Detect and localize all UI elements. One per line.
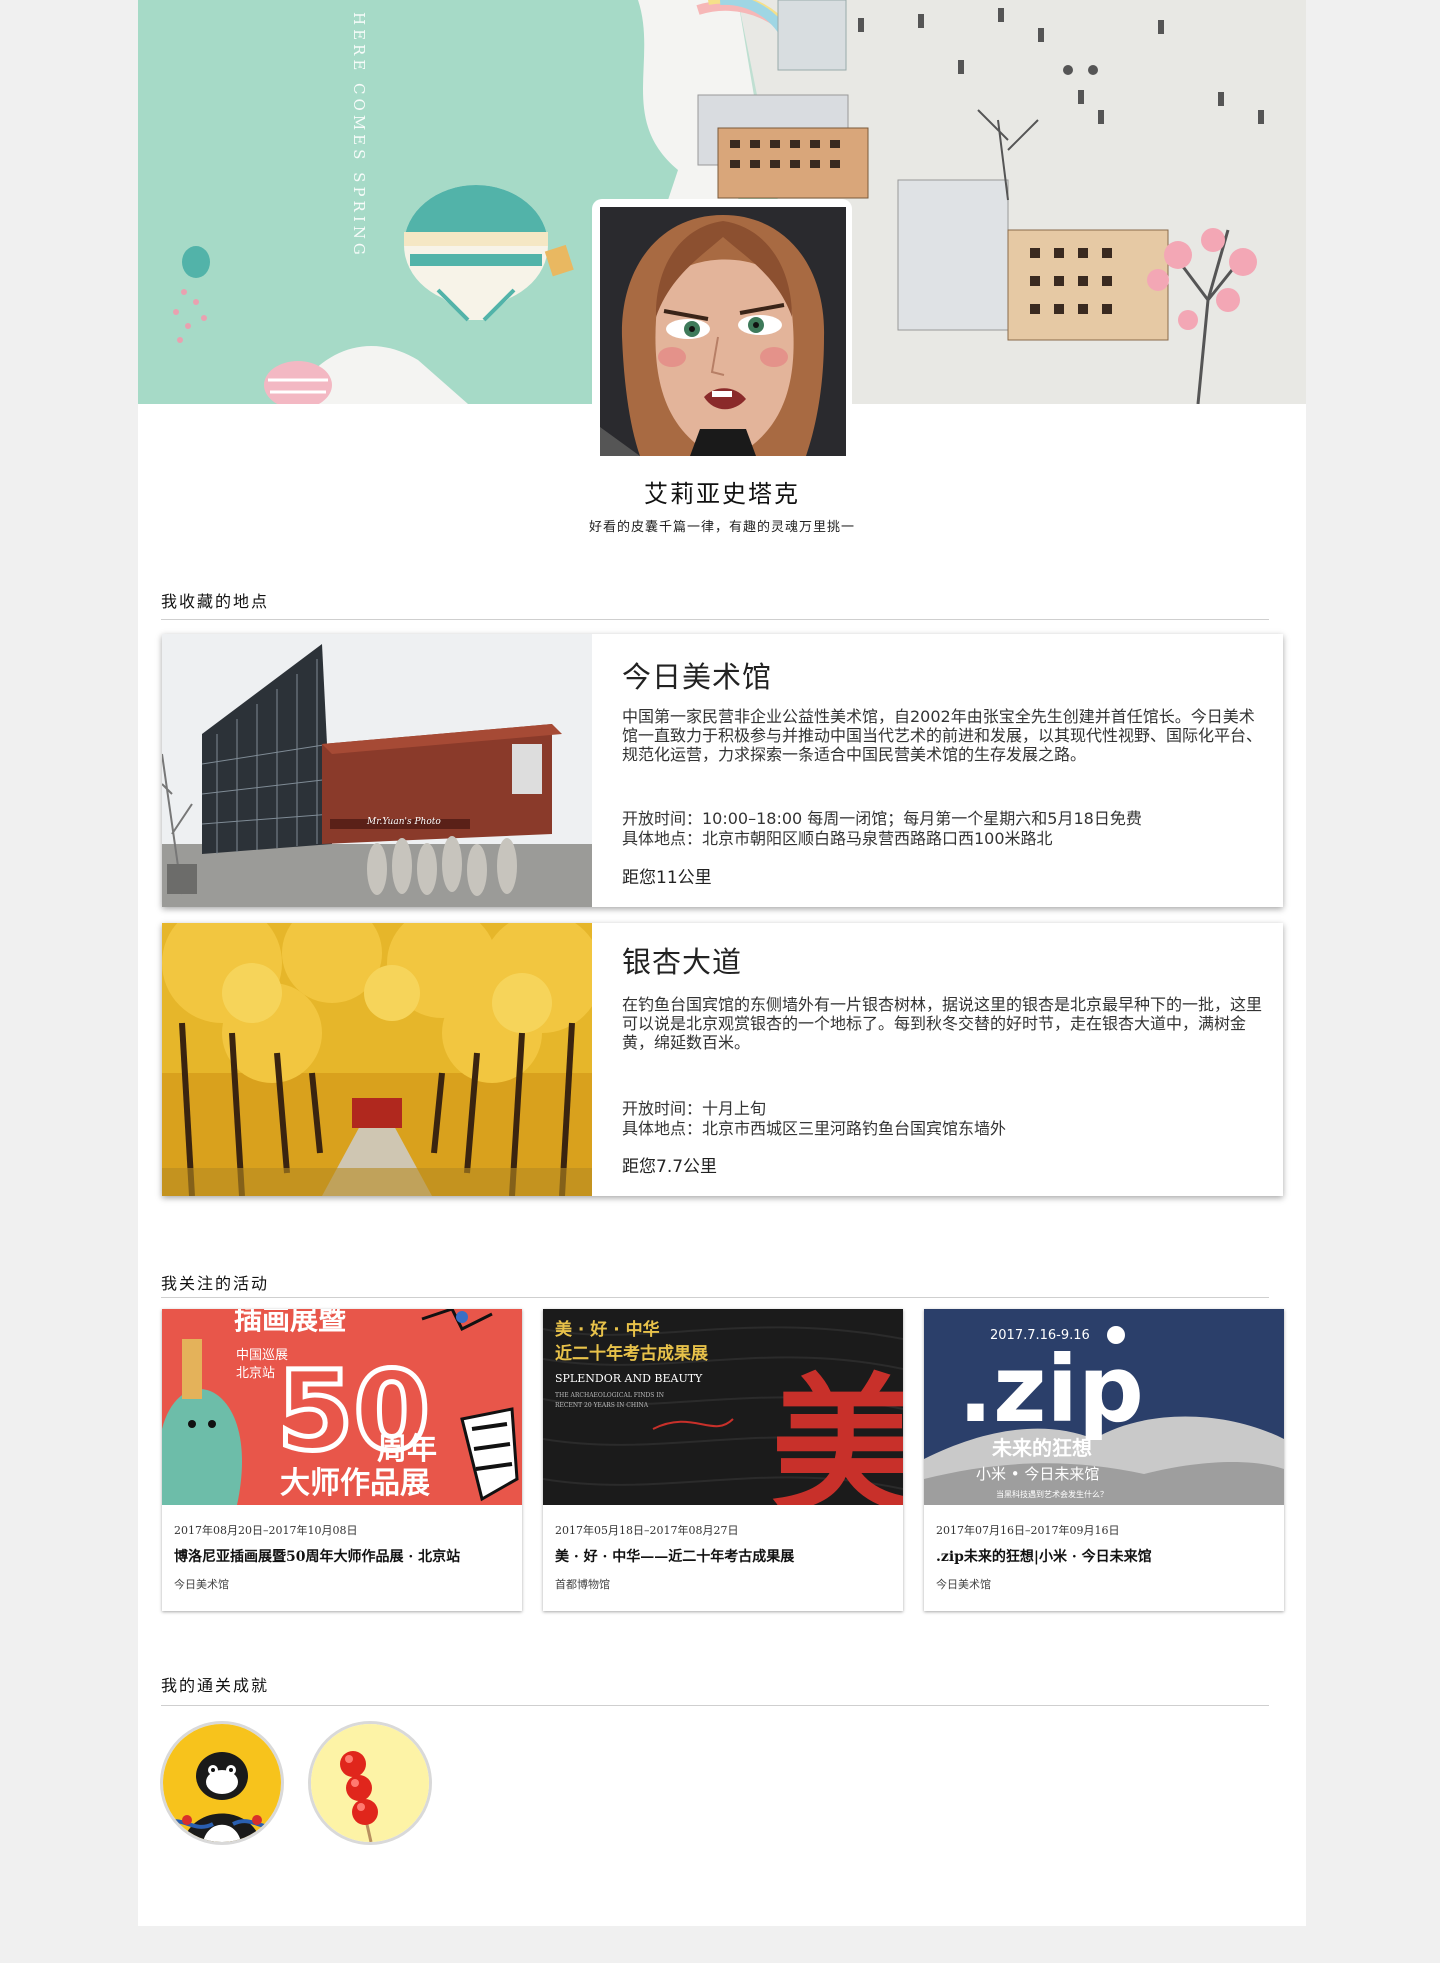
event-card[interactable]: 美 美 · 好 · 中华 近二十年考古成果展 SPLENDOR AND BEAU… [543,1309,903,1611]
event-venue: 今日美术馆 [174,1578,229,1591]
place-address: 具体地点：北京市西城区三里河路钓鱼台国宾馆东墙外 [622,1119,1007,1138]
place-description: 中国第一家民营非企业公益性美术馆，自2002年由张宝全先生创建并首任馆长。今日美… [622,707,1263,764]
section-divider [161,1705,1269,1706]
event-title[interactable]: 美 · 好 · 中华——近二十年考古成果展 [555,1546,794,1566]
svg-text:插画展暨: 插画展暨 [234,1309,346,1336]
event-poster: 美 美 · 好 · 中华 近二十年考古成果展 SPLENDOR AND BEAU… [543,1309,903,1505]
section-title-achievements: 我的通关成就 [161,1676,270,1695]
user-motto: 好看的皮囊千篇一律，有趣的灵魂万里挑一 [588,520,855,535]
event-card[interactable]: 2017.7.16-9.16 .zip 未来的狂想 小米 • 今日未来馆 当黑科… [924,1309,1284,1611]
event-card[interactable]: 插画展暨 中国巡展 北京站 50 周年 大师作品展 2017年08月20日–20… [162,1309,522,1611]
place-body: 银杏大道 在钓鱼台国宾馆的东侧墙外有一片银杏树林，据说这里的银杏是北京最早种下的… [622,923,1262,1196]
place-description: 在钓鱼台国宾馆的东侧墙外有一片银杏树林，据说这里的银杏是北京最早种下的一批，这里… [622,995,1263,1052]
event-title[interactable]: 博洛尼亚插画展暨50周年大师作品展 · 北京站 [174,1546,460,1566]
section-title-events: 我关注的活动 [161,1274,270,1293]
place-distance: 距您11公里 [622,868,712,888]
zip-future-poster: 2017.7.16-9.16 .zip 未来的狂想 小米 • 今日未来馆 当黑科… [924,1309,1284,1505]
section-divider [161,619,1269,620]
event-date: 2017年08月20日–2017年10月08日 [174,1524,358,1537]
section-title-places: 我收藏的地点 [161,592,270,611]
avatar-illustration [600,207,846,456]
svg-text:SPLENDOR AND BEAUTY: SPLENDOR AND BEAUTY [555,1372,703,1385]
place-card[interactable]: Mr.Yuan's Photo 今日美术馆 中国第一家民营非企业公益性美术馆，自… [162,634,1283,907]
svg-text:未来的狂想: 未来的狂想 [992,1436,1092,1460]
place-distance: 距您7.7公里 [622,1157,718,1177]
svg-text:美 · 好 · 中华: 美 · 好 · 中华 [555,1319,660,1340]
svg-text:当黑科技遇到艺术会发生什么？: 当黑科技遇到艺术会发生什么？ [996,1489,1108,1499]
svg-text:小米 • 今日未来馆: 小米 • 今日未来馆 [976,1465,1099,1483]
tanghulu-icon[interactable] [308,1721,432,1845]
museum-photo: Mr.Yuan's Photo [162,634,592,907]
event-poster: 插画展暨 中国巡展 北京站 50 周年 大师作品展 [162,1309,522,1505]
svg-text:周年: 周年 [377,1432,437,1467]
bologna-illustration-poster: 插画展暨 中国巡展 北京站 50 周年 大师作品展 [162,1309,522,1505]
event-venue: 首都博物馆 [555,1578,610,1591]
svg-text:北京站: 北京站 [236,1366,275,1381]
svg-text:美: 美 [771,1361,903,1505]
opera-mask-bird-icon[interactable] [160,1721,284,1845]
event-date: 2017年07月16日–2017年09月16日 [936,1524,1120,1537]
place-body: 今日美术馆 中国第一家民营非企业公益性美术馆，自2002年由张宝全先生创建并首任… [622,634,1262,907]
archaeology-exhibition-poster: 美 美 · 好 · 中华 近二十年考古成果展 SPLENDOR AND BEAU… [543,1309,903,1505]
svg-text:RECENT 20 YEARS IN CHINA: RECENT 20 YEARS IN CHINA [555,1402,649,1409]
avatar-frame [592,199,852,465]
svg-text:大师作品展: 大师作品展 [280,1466,430,1501]
place-card[interactable]: 银杏大道 在钓鱼台国宾馆的东侧墙外有一片银杏树林，据说这里的银杏是北京最早种下的… [162,923,1283,1196]
banner-tagline: HERE COMES SPRING [350,12,368,259]
profile-page: HERE COMES SPRING 艾莉亚史塔克 好看的皮囊千篇一律，有趣的灵魂… [138,0,1306,1926]
event-date: 2017年05月18日–2017年08月27日 [555,1524,739,1537]
section-divider [161,1297,1269,1298]
svg-text:近二十年考古成果展: 近二十年考古成果展 [555,1343,708,1364]
photo-sign: Mr.Yuan's Photo [366,817,441,827]
avatar[interactable] [600,207,846,456]
place-photo: Mr.Yuan's Photo [162,634,592,907]
user-name: 艾莉亚史塔克 [644,480,800,508]
ginkgo-avenue-photo [162,923,592,1196]
place-address: 具体地点：北京市朝阳区顺白路马泉营西路路口西100米路北 [622,829,1053,848]
place-title[interactable]: 银杏大道 [622,939,742,981]
svg-text:.zip: .zip [958,1336,1144,1443]
event-poster: 2017.7.16-9.16 .zip 未来的狂想 小米 • 今日未来馆 当黑科… [924,1309,1284,1505]
place-photo [162,923,592,1196]
svg-text:THE ARCHAEOLOGICAL FINDS IN: THE ARCHAEOLOGICAL FINDS IN [555,1392,664,1399]
event-title[interactable]: .zip未来的狂想|小米 · 今日未来馆 [936,1546,1152,1566]
place-title[interactable]: 今日美术馆 [622,654,772,696]
event-venue: 今日美术馆 [936,1578,991,1591]
